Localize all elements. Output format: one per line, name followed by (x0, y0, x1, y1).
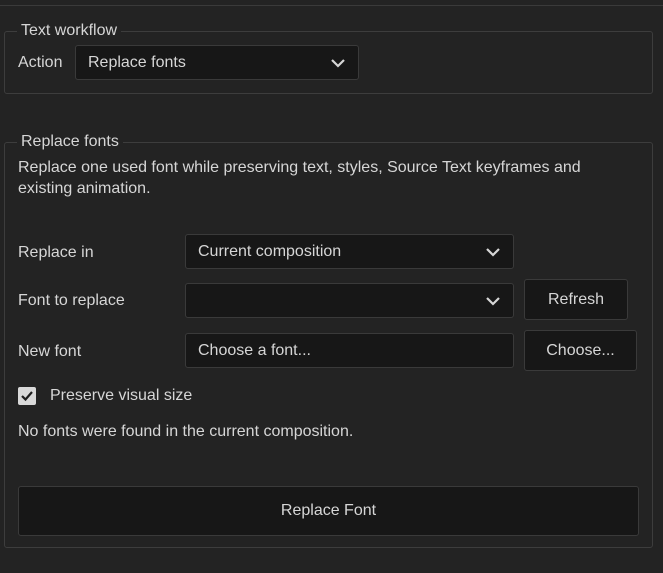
top-divider (0, 0, 663, 6)
chevron-down-icon (330, 57, 346, 69)
text-workflow-legend: Text workflow (17, 22, 122, 40)
chevron-down-icon (485, 246, 501, 258)
action-value: Replace fonts (88, 53, 186, 71)
chevron-down-icon (485, 295, 501, 307)
replace-fonts-legend: Replace fonts (17, 133, 123, 151)
description-text: Replace one used font while preserving t… (18, 159, 581, 197)
refresh-button[interactable]: Refresh (524, 279, 628, 320)
font-to-replace-label: Font to replace (18, 292, 125, 309)
font-to-replace-dropdown[interactable] (185, 283, 514, 318)
check-icon (21, 391, 33, 402)
new-font-field[interactable]: Choose a font... (185, 333, 514, 368)
replace-in-label: Replace in (18, 244, 94, 261)
action-label: Action (18, 54, 63, 71)
action-dropdown[interactable]: Replace fonts (75, 45, 359, 80)
new-font-label: New font (18, 343, 82, 360)
choose-button[interactable]: Choose... (524, 330, 637, 371)
preserve-visual-size-label: Preserve visual size (50, 387, 193, 404)
replace-font-button[interactable]: Replace Font (18, 486, 639, 536)
replace-in-dropdown[interactable]: Current composition (185, 234, 514, 269)
new-font-placeholder: Choose a font... (198, 341, 311, 359)
preserve-visual-size-checkbox[interactable] (18, 387, 36, 405)
replace-in-value: Current composition (198, 242, 342, 260)
status-message: No fonts were found in the current compo… (18, 423, 354, 440)
